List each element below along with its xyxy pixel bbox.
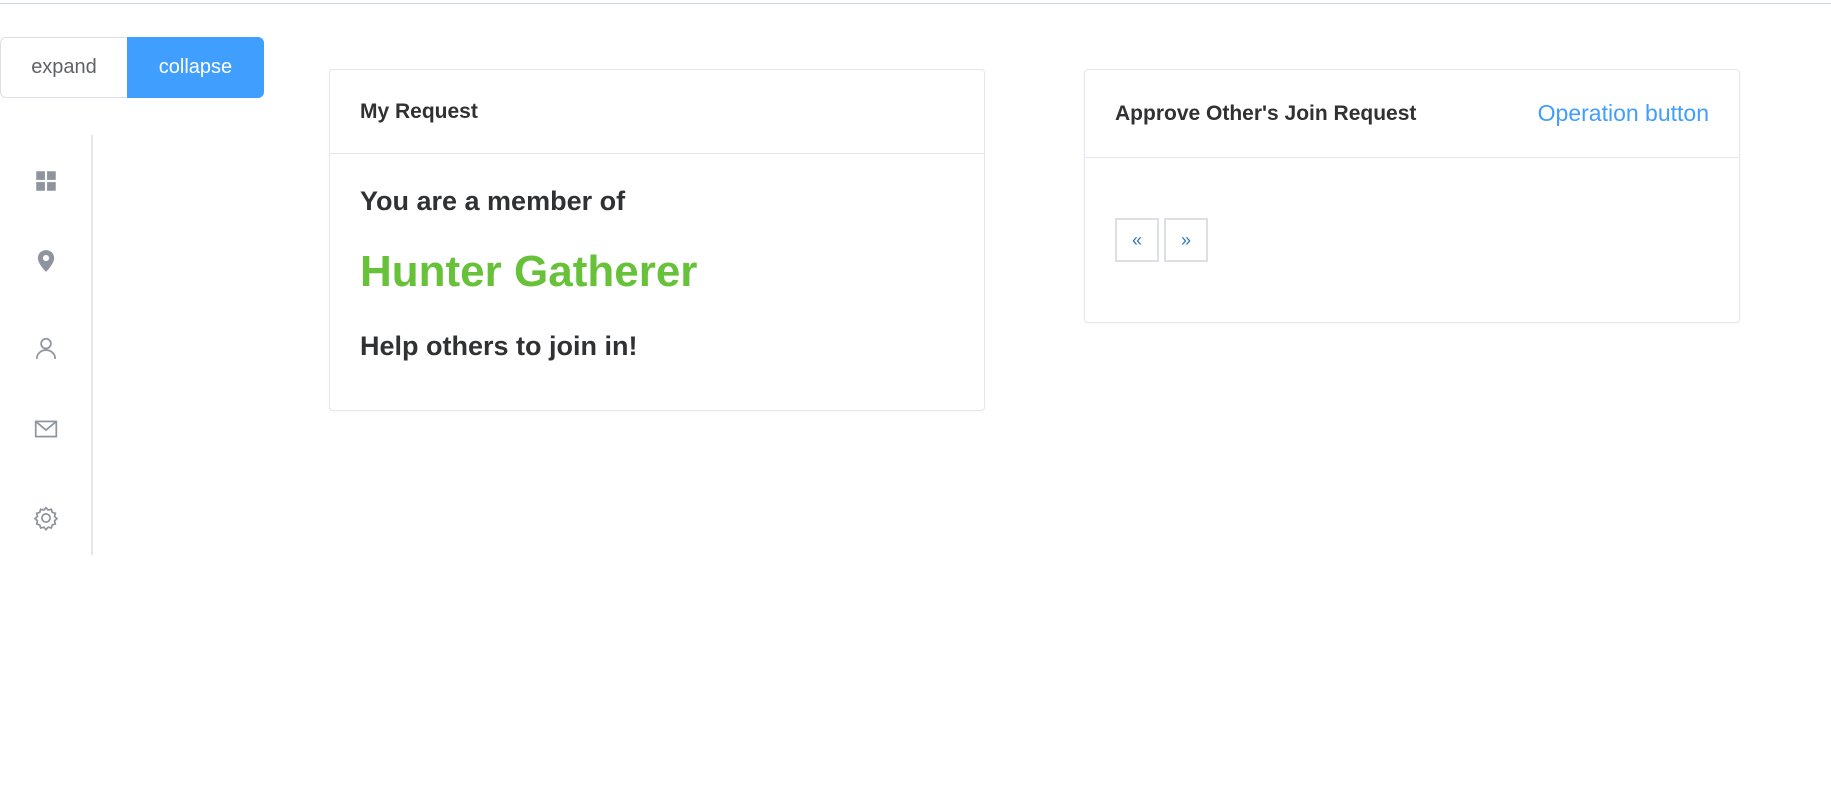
- user-icon: [35, 337, 57, 359]
- pagination: « »: [1115, 218, 1709, 262]
- approve-requests-header: Approve Other's Join Request Operation b…: [1085, 70, 1739, 158]
- sidebar-item-user[interactable]: [22, 324, 70, 372]
- next-page-button[interactable]: »: [1164, 218, 1208, 262]
- member-text: You are a member of: [360, 186, 626, 216]
- sidebar-item-mail[interactable]: [22, 405, 70, 453]
- grid-icon: [36, 171, 56, 191]
- mail-icon: [34, 420, 58, 438]
- top-divider: [0, 3, 1831, 4]
- sidebar-menu: [0, 135, 93, 555]
- approve-requests-card: Approve Other's Join Request Operation b…: [1084, 69, 1740, 323]
- my-request-body: You are a member of Hunter Gatherer Help…: [330, 186, 984, 362]
- gear-icon: [33, 506, 59, 531]
- approve-requests-title: Approve Other's Join Request: [1115, 101, 1417, 125]
- my-request-title: My Request: [360, 99, 478, 123]
- help-text: Help others to join in!: [360, 331, 638, 361]
- expand-button[interactable]: expand: [0, 37, 127, 98]
- location-pin-icon: [37, 250, 55, 272]
- sidebar-item-location[interactable]: [22, 237, 70, 285]
- sidebar-item-settings[interactable]: [22, 494, 70, 542]
- sidebar-toggle-group: expand collapse: [0, 37, 264, 98]
- sidebar-item-dashboard[interactable]: [22, 157, 70, 205]
- collapse-button[interactable]: collapse: [127, 37, 264, 98]
- my-request-header: My Request: [330, 70, 984, 154]
- my-request-card: My Request You are a member of Hunter Ga…: [329, 69, 985, 411]
- approve-requests-body: « »: [1085, 218, 1739, 262]
- operation-button[interactable]: Operation button: [1538, 100, 1709, 127]
- team-name: Hunter Gatherer: [360, 247, 698, 296]
- prev-page-button[interactable]: «: [1115, 218, 1159, 262]
